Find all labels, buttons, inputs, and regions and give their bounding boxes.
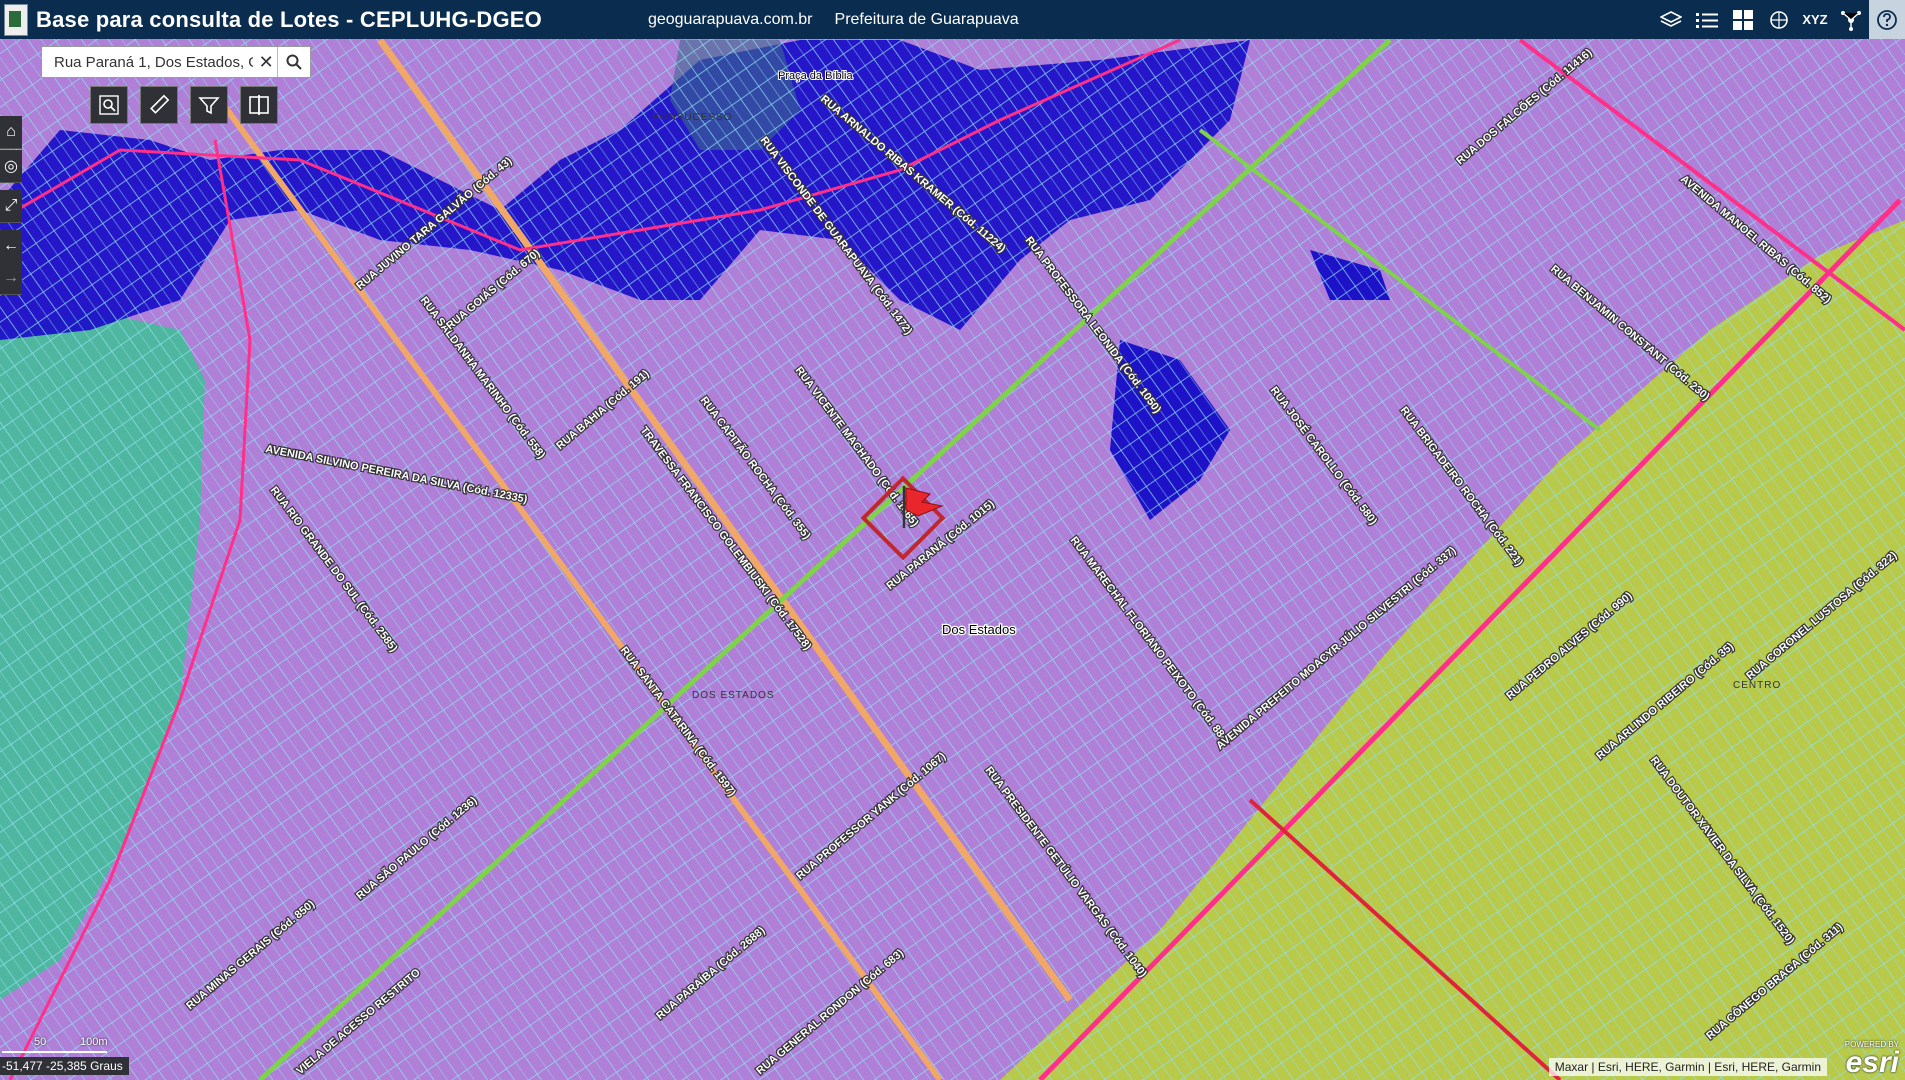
full-extent-icon[interactable]: ⤢: [0, 190, 22, 223]
neighborhood-label: BONSUCESSO: [652, 112, 733, 123]
app-title: Base para consulta de Lotes - CEPLUHG-DG…: [36, 6, 542, 32]
xyz-label: XYZ: [1802, 12, 1828, 27]
header-toolbar: XYZ: [1653, 0, 1905, 39]
search-button[interactable]: [277, 47, 310, 77]
analysis-icon[interactable]: [1761, 0, 1797, 39]
city-logo: [4, 3, 28, 36]
clear-search-icon[interactable]: ✕: [255, 52, 277, 73]
back-arrow-icon[interactable]: ←: [0, 230, 22, 263]
link-prefeitura[interactable]: Prefeitura de Guarapuava: [835, 11, 1019, 29]
measure-ruler-icon[interactable]: [140, 86, 178, 124]
map-canvas[interactable]: RUA PARANÁ (Cód. 1015) RUA CAPITÃO ROCHA…: [0, 0, 1905, 1080]
swipe-compare-icon[interactable]: [240, 86, 278, 124]
locate-icon[interactable]: ◎: [0, 150, 22, 183]
filter-icon[interactable]: [190, 86, 228, 124]
network-icon[interactable]: [1833, 0, 1869, 39]
place-label-dos-estados: Dos Estados: [942, 622, 1016, 637]
search-input[interactable]: [52, 52, 256, 72]
scale-label: 100m: [80, 1036, 108, 1048]
forward-arrow-icon[interactable]: →: [0, 262, 22, 295]
xyz-coordinate-icon[interactable]: XYZ: [1797, 0, 1833, 39]
link-geoguarapuava[interactable]: geoguarapuava.com.br: [648, 11, 813, 29]
search-box: ✕: [41, 46, 311, 78]
search-icon: [286, 54, 302, 70]
attribution: Maxar | Esri, HERE, Garmin | Esri, HERE,…: [1548, 1058, 1827, 1076]
neighborhood-label: DOS ESTADOS: [692, 690, 775, 701]
coordinate-readout: -51,477 -25,385 Graus: [0, 1057, 129, 1075]
home-icon[interactable]: ⌂: [0, 116, 22, 149]
map-view[interactable]: RUA PARANÁ (Cód. 1015) RUA CAPITÃO ROCHA…: [0, 0, 1905, 1080]
app-header: Base para consulta de Lotes - CEPLUHG-DG…: [0, 0, 1905, 39]
zoom-search-icon[interactable]: [90, 86, 128, 124]
place-label-praca: Praça da Bíblia: [778, 70, 853, 82]
help-icon[interactable]: [1869, 0, 1905, 39]
scale-bar: 50 100m: [2, 1036, 108, 1054]
esri-brand: esri: [1845, 1046, 1899, 1079]
scale-label: 50: [34, 1036, 47, 1048]
neighborhood-label: CENTRO: [1733, 680, 1781, 691]
esri-logo: POWERED BY esri: [1845, 1040, 1899, 1079]
basemap-grid-icon[interactable]: [1725, 0, 1761, 39]
layers-icon[interactable]: [1653, 0, 1689, 39]
list-icon[interactable]: [1689, 0, 1725, 39]
